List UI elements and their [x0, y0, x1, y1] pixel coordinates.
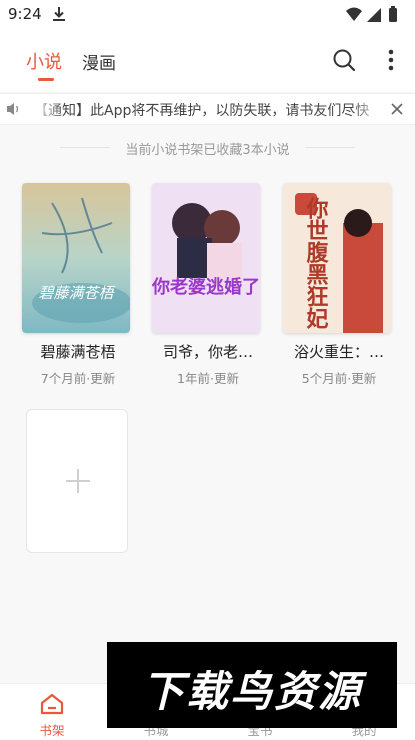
book-update-time: 1年前·更新	[177, 371, 239, 386]
active-tab-indicator	[38, 78, 54, 81]
cover-art-2: 你老婆逃婚了	[152, 183, 260, 333]
book-title: 浴火重生：…	[293, 343, 384, 361]
top-app-bar: 小说 漫画	[0, 30, 415, 92]
book-cover-2[interactable]: 你老婆逃婚了	[152, 183, 260, 333]
plus-icon	[66, 469, 90, 493]
book-card-2[interactable]: 你老婆逃婚了 司爷，你老… 1年前·更新	[152, 183, 264, 387]
book-cover-1[interactable]: 碧藤满苍梧	[22, 183, 130, 333]
status-bar: 9:24	[0, 0, 415, 30]
battery-icon	[389, 8, 397, 22]
book-update-time: 7个月前·更新	[40, 371, 116, 386]
book-card-3[interactable]: 你世腹黑狂妃 浴火重生：… 5个月前·更新	[283, 183, 395, 387]
wifi-icon	[346, 7, 362, 21]
home-icon	[40, 693, 64, 715]
notice-fade-right	[352, 94, 382, 124]
watermark-banner: 下载鸟资源	[107, 642, 397, 728]
cover-title-1: 碧藤满苍梧	[38, 284, 115, 302]
add-book-button[interactable]	[26, 409, 128, 553]
nav-label: 书架	[39, 723, 65, 738]
close-icon[interactable]	[390, 102, 404, 116]
download-icon	[53, 7, 65, 21]
book-title: 司爷，你老…	[162, 343, 253, 361]
signal-icon	[367, 8, 381, 22]
system-status-icons	[346, 6, 397, 22]
tab-comic[interactable]: 漫画	[82, 49, 116, 74]
nav-bookshelf[interactable]: 书架	[0, 684, 104, 740]
cover-title-2: 你老婆逃婚了	[152, 276, 260, 298]
status-time: 9:24	[8, 5, 42, 23]
more-icon[interactable]	[386, 48, 396, 72]
watermark-text: 下载鸟资源	[141, 667, 362, 716]
speaker-icon	[7, 103, 19, 115]
book-cover-3[interactable]: 你世腹黑狂妃	[283, 183, 391, 333]
book-card-1[interactable]: 碧藤满苍梧 碧藤满苍梧 7个月前·更新	[22, 183, 134, 387]
notice-text: 【通知】此App将不再维护，以防失联，请书友们尽快	[34, 103, 370, 119]
notice-bar: 【通知】此App将不再维护，以防失联，请书友们尽快	[0, 93, 415, 125]
cover-title-3: 你世腹黑狂妃	[303, 197, 330, 330]
shelf-summary: 当前小说书架已收藏3本小说	[125, 143, 290, 158]
summary-divider-right	[305, 147, 355, 148]
book-update-time: 5个月前·更新	[301, 371, 377, 386]
search-icon[interactable]	[332, 48, 356, 72]
notice-fade-left	[34, 94, 64, 124]
tab-novel[interactable]: 小说	[26, 48, 62, 74]
cover-art-3: 你世腹黑狂妃	[283, 183, 391, 333]
book-title: 碧藤满苍梧	[40, 343, 116, 361]
cover-art-1: 碧藤满苍梧	[22, 183, 130, 333]
